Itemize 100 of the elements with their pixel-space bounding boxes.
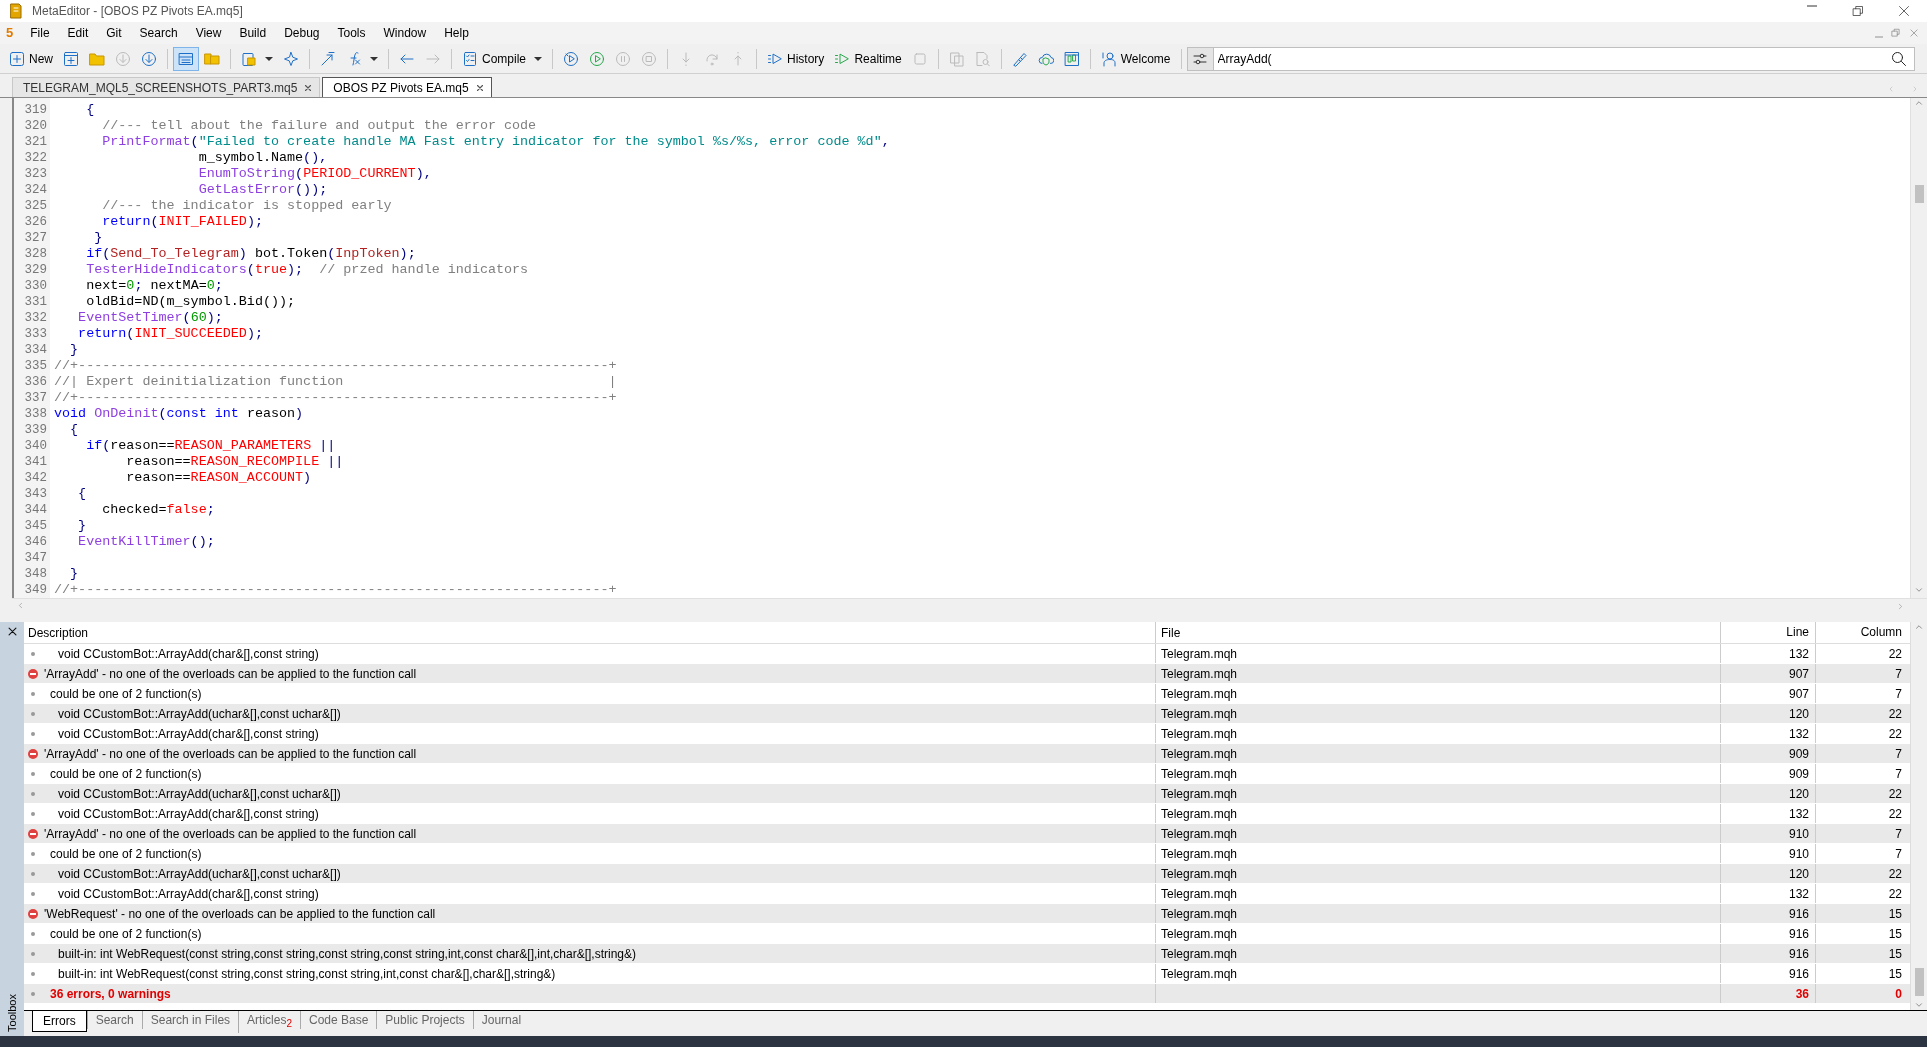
- menu-item[interactable]: Git: [97, 23, 131, 43]
- file-cell-text: Telegram.mqh: [1161, 925, 1238, 943]
- menu-item[interactable]: Window: [374, 23, 436, 43]
- error-row[interactable]: built-in: int WebRequest(const string,const string,const string,const string,int,const char&[],int,char&[],string&) Telegram.mqh 916 15: [24, 944, 1910, 964]
- scrollbar-thumb[interactable]: [1914, 185, 1924, 203]
- line-number: 348: [23, 566, 48, 582]
- scroll-left-icon: [1887, 85, 1895, 93]
- error-row[interactable]: 'WebRequest' - no one of the overloads can be applied to the function call Telegram.mqh 916 15: [24, 904, 1910, 924]
- panel-tab[interactable]: Search: [86, 1011, 142, 1029]
- line-cell: 910: [1788, 847, 1809, 861]
- error-row[interactable]: 36 errors, 0 warnings 36 0: [24, 984, 1910, 1004]
- panel-tab[interactable]: Public Projects: [376, 1011, 473, 1029]
- error-row[interactable]: 'ArrayAdd' - no one of the overloads can be applied to the function call Telegram.mqh 910 7: [24, 824, 1910, 844]
- menu-item[interactable]: Help: [435, 23, 478, 43]
- column-cell: 15: [1888, 907, 1902, 921]
- column-header[interactable]: Column: [1860, 625, 1902, 639]
- column-cell: 22: [1888, 887, 1902, 901]
- bullet-icon: [31, 691, 35, 696]
- file-cell-text: Telegram.mqh: [1161, 645, 1238, 663]
- error-row[interactable]: void CCustomBot::ArrayAdd(uchar&[],const uchar&[]) Telegram.mqh 120 22: [24, 864, 1910, 884]
- column-header[interactable]: File: [1161, 623, 1181, 642]
- code-line: GetLastError());: [197, 182, 328, 197]
- error-icon: [28, 908, 38, 919]
- line-number: 320: [23, 118, 48, 134]
- column-header[interactable]: Description: [28, 623, 89, 642]
- code-line: }: [69, 566, 79, 581]
- search-field[interactable]: ArrayAdd(: [1213, 46, 1915, 71]
- code-line: reason==REASON_RECOMPILE ||: [125, 454, 344, 469]
- panel-tab[interactable]: Articles$_{2}$: [238, 1011, 300, 1034]
- panel-tab[interactable]: Journal: [472, 1011, 530, 1029]
- error-row[interactable]: 'ArrayAdd' - no one of the overloads can be applied to the function call Telegram.mqh 907 7: [24, 664, 1910, 684]
- app-icon: [8, 3, 24, 19]
- file-cell-text: Telegram.mqh: [1161, 845, 1238, 863]
- menu-item[interactable]: View: [186, 23, 231, 43]
- code-line: EnumToString(PERIOD_CURRENT),: [197, 166, 432, 181]
- panel-tab[interactable]: Code Base: [300, 1011, 377, 1029]
- column-cell: 7: [1895, 827, 1902, 841]
- code-line: EventSetTimer(60);: [77, 310, 223, 325]
- code-line: }: [93, 230, 103, 245]
- file-cell-text: Telegram.mqh: [1161, 865, 1238, 883]
- document-tab[interactable]: TELEGRAM_MQL5_SCREENSHOTS_PART3.mq5: [12, 77, 321, 97]
- toolbar-button[interactable]: History: [762, 46, 830, 71]
- menu-item[interactable]: Edit: [58, 23, 98, 43]
- scrollbar-thumb[interactable]: [1914, 968, 1924, 996]
- menu-item[interactable]: Build: [230, 23, 276, 43]
- file-cell-text: Telegram.mqh: [1161, 905, 1238, 923]
- file-cell-text: Telegram.mqh: [1161, 825, 1238, 843]
- line-number: 328: [23, 246, 48, 262]
- error-row[interactable]: 'ArrayAdd' - no one of the overloads can be applied to the function call Telegram.mqh 909 7: [24, 744, 1910, 764]
- code-line: PrintFormat("Failed to create handle MA Fast entry indicator for the symbol %s/%s, error code %d",: [101, 134, 890, 149]
- close-icon: [303, 82, 314, 93]
- code-line: if(reason==REASON_PARAMETERS ||: [85, 438, 336, 453]
- error-row[interactable]: void CCustomBot::ArrayAdd(uchar&[],const uchar&[]) Telegram.mqh 120 22: [24, 704, 1910, 724]
- code-line: reason==REASON_ACCOUNT): [125, 470, 312, 485]
- panel-tab[interactable]: Errors: [32, 1011, 87, 1032]
- column-header[interactable]: Line: [1786, 625, 1809, 639]
- description-cell-text: 36 errors, 0 warnings: [50, 985, 171, 1003]
- description-cell-text: could be one of 2 function(s): [50, 685, 202, 703]
- error-row[interactable]: void CCustomBot::ArrayAdd(uchar&[],const uchar&[]) Telegram.mqh 120 22: [24, 784, 1910, 804]
- line-number: 330: [23, 278, 48, 294]
- description-cell-text: 'ArrayAdd' - no one of the overloads can be applied to the function call: [44, 745, 417, 763]
- column-cell: 7: [1895, 847, 1902, 861]
- line-number: 347: [23, 550, 48, 566]
- menu-item[interactable]: Search: [130, 23, 187, 43]
- line-number: 342: [23, 470, 48, 486]
- line-number: 319: [23, 102, 48, 118]
- line-cell: 910: [1788, 827, 1809, 841]
- menu-item[interactable]: File: [21, 23, 59, 43]
- description-cell-text: could be one of 2 function(s): [50, 765, 202, 783]
- menu-item[interactable]: Tools: [328, 23, 375, 43]
- line-cell: 132: [1788, 807, 1809, 821]
- code-line: {: [77, 486, 87, 501]
- code-line: //+------------------------------------------------------------------+: [54, 582, 617, 597]
- close-icon: [474, 82, 485, 93]
- description-cell-text: void CCustomBot::ArrayAdd(uchar&[],const uchar&[]): [58, 785, 341, 803]
- toolbar-button[interactable]: Realtime: [829, 46, 907, 71]
- toolbar-button[interactable]: Welcome: [1095, 46, 1176, 71]
- caret-icon: [370, 56, 378, 61]
- toolbar-button[interactable]: Compile: [457, 46, 548, 71]
- file-cell-text: Telegram.mqh: [1161, 945, 1238, 963]
- line-number: 321: [23, 134, 48, 150]
- error-icon: [28, 828, 38, 839]
- scroll-up-icon: [1914, 622, 1924, 632]
- menu-item[interactable]: Debug: [275, 23, 329, 43]
- scroll-down-icon: [1914, 1000, 1924, 1010]
- toolbar-button[interactable]: New: [4, 46, 58, 71]
- bullet-icon: [31, 951, 35, 956]
- line-number: 349: [23, 582, 48, 598]
- line-number: 323: [23, 166, 48, 182]
- toolbar-button[interactable]: [173, 46, 199, 71]
- panel-tab[interactable]: Search in Files: [141, 1011, 239, 1029]
- bullet-icon: [31, 811, 35, 816]
- document-tab[interactable]: OBOS PZ Pivots EA.mq5: [322, 77, 492, 97]
- settings-button[interactable]: [1186, 46, 1214, 71]
- code-line: //--- the indicator is stopped early: [101, 198, 392, 213]
- column-cell: 22: [1888, 647, 1902, 661]
- caret-icon: [265, 56, 273, 61]
- line-cell: 132: [1788, 647, 1809, 661]
- line-cell: 916: [1788, 967, 1809, 981]
- line-number: 343: [23, 486, 48, 502]
